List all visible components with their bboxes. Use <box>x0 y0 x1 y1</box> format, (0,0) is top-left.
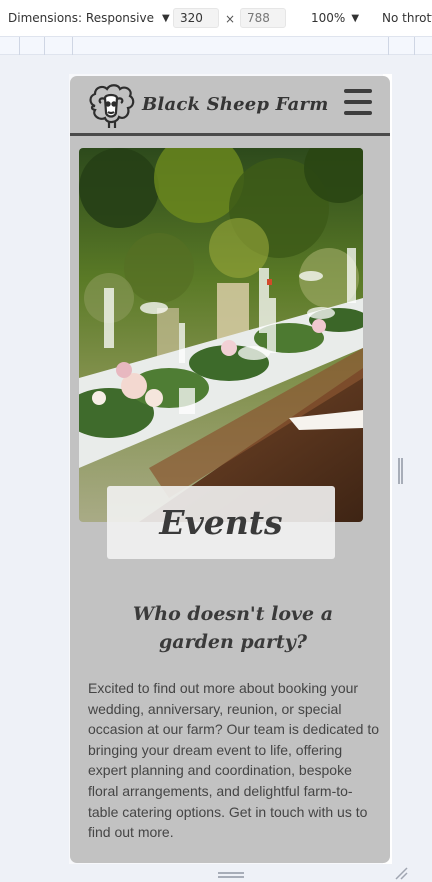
dimensions-label: Dimensions: Responsive <box>8 11 154 25</box>
section-subheading: Who doesn't love a garden party? <box>132 603 334 653</box>
ruler-tick <box>72 37 73 55</box>
chair <box>157 308 179 358</box>
media-query-ruler[interactable] <box>0 36 432 55</box>
website-page: Black Sheep Farm Events Who doesn't love… <box>70 76 390 863</box>
triangle-down-icon: ▼ <box>161 12 170 24</box>
site-header: Black Sheep Farm <box>70 76 390 136</box>
resize-handle-bottom[interactable] <box>218 872 244 878</box>
hero-title: Events <box>159 503 283 542</box>
hamburger-menu-icon[interactable] <box>344 89 372 115</box>
triangle-down-icon: ▼ <box>351 12 360 24</box>
height-input[interactable] <box>240 8 286 28</box>
throttling-dropdown[interactable]: No thrott <box>382 11 432 25</box>
throttle-label: No thrott <box>382 11 432 25</box>
width-input[interactable] <box>173 8 219 28</box>
brand-name[interactable]: Black Sheep Farm <box>142 94 328 115</box>
resize-corner-icon[interactable] <box>394 866 408 880</box>
hero-image <box>79 148 363 522</box>
ruler-tick <box>388 37 389 55</box>
hero-title-box: Events <box>107 486 335 559</box>
ruler-tick <box>19 37 20 55</box>
dimensions-dropdown[interactable]: Dimensions: Responsive ▼ <box>8 11 170 25</box>
zoom-dropdown[interactable]: 100% ▼ <box>311 11 359 25</box>
devtools-toolbar: Dimensions: Responsive ▼ × 100% ▼ No thr… <box>0 0 432 36</box>
dimension-separator: × <box>225 12 236 26</box>
sheep-logo-icon[interactable] <box>85 82 137 130</box>
section-body-text: Excited to find out more about booking y… <box>88 680 380 841</box>
ruler-tick <box>44 37 45 55</box>
zoom-label: 100% <box>311 11 346 25</box>
ruler-tick <box>414 37 415 55</box>
resize-handle-right[interactable] <box>398 458 403 484</box>
